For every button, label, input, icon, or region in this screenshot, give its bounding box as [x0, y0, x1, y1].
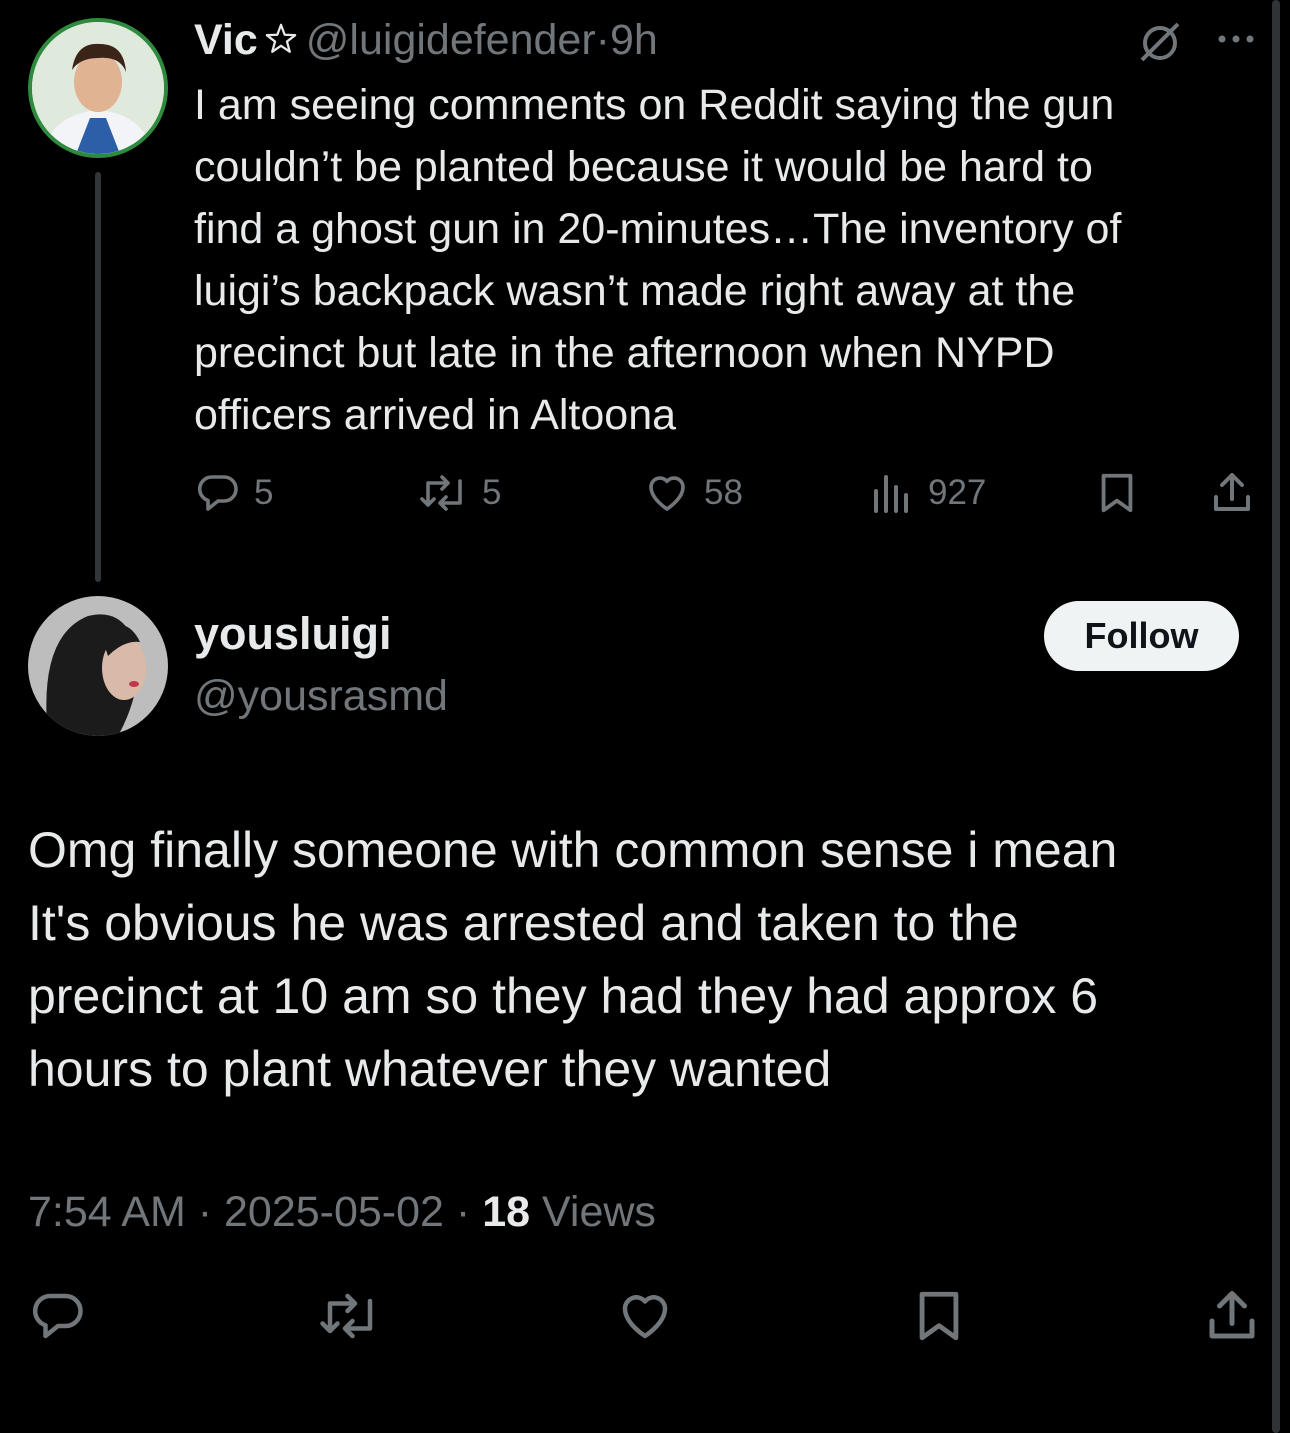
heart-icon [622, 1295, 668, 1339]
bookmark-button[interactable] [1094, 468, 1140, 518]
scrollbar[interactable] [1272, 0, 1280, 1433]
avatar[interactable] [28, 596, 168, 736]
bookmark-icon [919, 1291, 959, 1341]
tweet1-time[interactable]: 9h [610, 16, 658, 64]
bookmark-icon [1101, 473, 1133, 513]
more-dots-icon[interactable] [1214, 18, 1258, 67]
views-count: 18 [482, 1188, 531, 1236]
thread-line [95, 172, 101, 582]
separator: · [455, 1188, 471, 1236]
tweet1-header: Vic @luigidefender·9h [194, 14, 658, 68]
views-count: 927 [928, 473, 987, 512]
tweet1-handle[interactable]: @luigidefender [306, 16, 596, 64]
star-icon [264, 16, 298, 68]
tweet2-text: Omg finally someone with common sense i … [28, 822, 1118, 1097]
reply-button[interactable] [28, 1286, 88, 1351]
tweet2-meta: 7:54 AM · 2025-05-02 · 18 Views [28, 1184, 656, 1240]
tweet2-handle[interactable]: @yousrasmd [194, 668, 448, 724]
reply-button[interactable]: 5 [194, 468, 273, 518]
tweet2-time[interactable]: 7:54 AM [28, 1188, 186, 1236]
share-upload-icon [1214, 473, 1250, 511]
like-button[interactable]: 58 [642, 468, 743, 518]
avatar[interactable] [28, 18, 168, 158]
separator: · [595, 16, 610, 64]
views-button[interactable]: 927 [868, 468, 986, 518]
like-button[interactable] [614, 1286, 676, 1351]
tweet2-name[interactable]: yousluigi [194, 606, 392, 662]
repost-button[interactable]: 5 [418, 468, 501, 518]
reply-bubble-icon [32, 1293, 83, 1339]
repost-icon [320, 1293, 373, 1339]
share-button[interactable] [1208, 468, 1256, 518]
views-bars-icon [874, 475, 908, 513]
repost-count: 5 [482, 473, 502, 512]
repost-icon [420, 475, 462, 511]
reply-count: 5 [254, 473, 274, 512]
like-count: 58 [704, 473, 743, 512]
views-label: Views [542, 1188, 656, 1236]
tweet1-text: I am seeing comments on Reddit saying th… [194, 81, 1122, 439]
reply-bubble-icon [197, 475, 238, 511]
share-upload-icon [1209, 1291, 1255, 1339]
follow-button[interactable]: Follow [1044, 601, 1239, 671]
share-button[interactable] [1202, 1286, 1262, 1351]
tweet2-date[interactable]: 2025-05-02 [224, 1188, 444, 1236]
separator: · [197, 1188, 213, 1236]
tweet1-name[interactable]: Vic [194, 16, 258, 64]
repost-button[interactable] [316, 1286, 384, 1351]
slashed-circle-icon[interactable] [1136, 18, 1184, 71]
bookmark-button[interactable] [910, 1286, 968, 1351]
heart-icon [649, 476, 685, 511]
